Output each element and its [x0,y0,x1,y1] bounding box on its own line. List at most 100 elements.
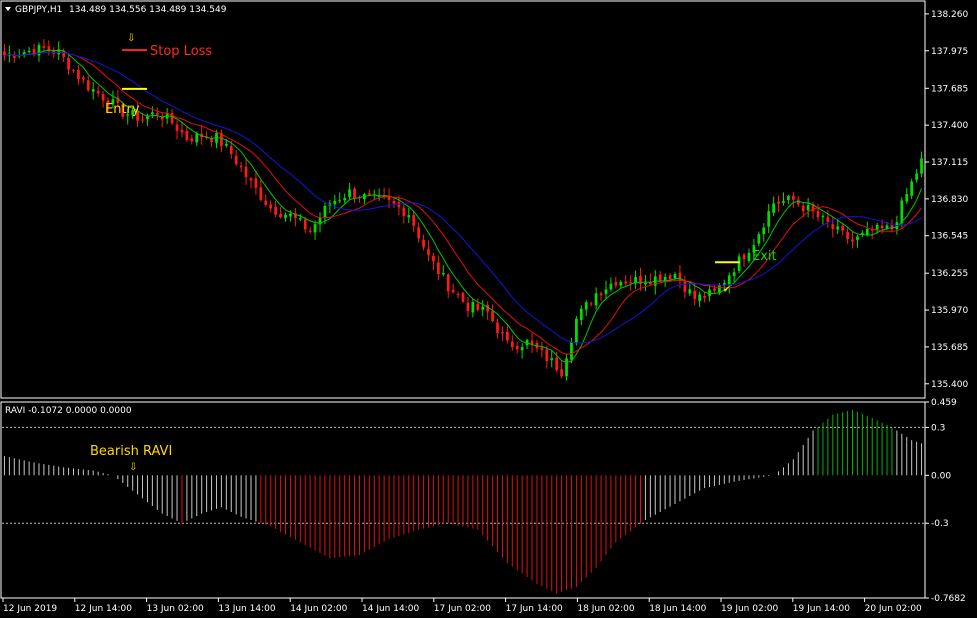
bullish-candle [806,205,810,211]
bullish-candle [772,203,775,213]
bullish-candle [718,285,721,293]
bullish-candle [782,200,785,203]
bearish-candle [846,231,849,240]
bullish-candle [644,282,647,285]
bearish-candle [614,282,618,286]
bearish-candle [67,57,70,70]
bearish-candle [234,155,238,165]
bearish-candle [451,289,455,293]
bearish-candle [417,227,420,239]
bullish-candle [584,302,588,310]
ravi-tick-label: 0.459 [931,398,957,408]
ravi-title: RAVI -0.1072 0.0000 0.0000 [5,406,132,416]
stop-loss-label: Stop Loss [150,44,212,59]
bearish-candle [515,345,519,350]
bearish-candle [402,207,406,217]
chart-stage: ⇩ Stop Loss Entry Exit ✔ 138.260 137.975 137.6… [0,0,977,618]
bearish-candle [412,214,416,226]
bearish-candle [555,357,559,371]
bullish-candle [289,213,292,217]
symbol-title: GBPJPY,H1 [15,5,62,15]
bearish-candle [742,254,746,260]
price-tick-label: 136.545 [931,232,968,242]
bullish-candle [481,306,485,310]
bearish-candle [777,201,780,204]
price-tick-label: 136.255 [931,269,968,279]
bearish-candle [506,331,509,341]
bearish-candle [446,274,450,292]
bullish-candle [91,89,95,92]
bearish-candle [816,211,820,217]
bearish-candle [683,281,687,292]
bearish-candle [72,70,75,72]
bullish-candle [821,216,825,218]
bullish-candle [604,289,608,294]
time-tick-label: 17 Jun 14:00 [506,604,563,614]
price-tick-label: 137.975 [931,47,968,57]
ohlc-header: 134.489 134.556 134.489 134.549 [69,5,227,15]
bullish-candle [298,218,302,220]
bearish-candle [496,322,499,334]
bullish-candle [313,224,317,233]
time-tick-label: 12 Jun 14:00 [75,604,132,614]
bearish-candle [432,255,435,262]
time-tick-label: 18 Jun 14:00 [649,604,706,614]
bearish-candle [353,188,356,199]
checkmark-icon: ✔ [723,285,731,295]
bearish-candle [392,200,396,204]
bullish-candle [27,50,31,52]
bearish-candle [77,69,80,80]
bullish-candle [856,236,859,240]
bearish-candle [841,225,845,231]
bullish-candle [836,226,840,230]
bearish-candle [279,213,282,218]
bearish-candle [86,80,90,91]
bearish-candle [269,204,273,209]
bearish-candle [180,129,184,133]
bullish-candle [663,276,667,281]
bullish-candle [579,308,583,320]
bearish-candle [141,119,144,121]
bullish-candle [407,215,411,218]
bullish-candle [575,318,578,343]
bearish-candle [791,195,795,200]
bearish-candle [42,46,46,48]
bearish-candle [668,275,672,280]
bearish-candle [254,178,258,188]
bullish-candle [471,302,475,313]
time-tick-label: 13 Jun 02:00 [147,604,204,614]
bullish-candle [343,198,347,201]
bearish-ravi-label: Bearish RAVI [90,444,172,459]
down-arrow-icon: ⇩ [127,33,135,44]
ravi-tick-label: -0.7682 [931,594,966,604]
bearish-candle [545,349,549,362]
bullish-candle [787,196,790,200]
time-tick-label: 14 Jun 02:00 [290,604,347,614]
bearish-candle [599,293,603,296]
bearish-candle [851,239,854,242]
bearish-candle [629,282,632,284]
bullish-candle [520,347,524,351]
bearish-candle [501,332,504,334]
bearish-candle [560,369,563,377]
ravi-tick-label: 0.00 [931,471,951,481]
time-tick-label: 18 Jun 02:00 [577,604,634,614]
bullish-candle [920,158,923,174]
price-tick-label: 136.830 [931,195,968,205]
bearish-candle [155,113,159,115]
bearish-candle [476,303,480,310]
bullish-candle [727,275,731,285]
bearish-candle [678,272,682,281]
bullish-candle [698,294,702,301]
price-tick-label: 135.685 [931,343,968,353]
bearish-candle [491,310,494,322]
bullish-candle [284,214,287,219]
bullish-candle [875,224,879,230]
bearish-candle [831,224,835,230]
bullish-candle [224,143,228,146]
bearish-candle [303,219,307,230]
bullish-candle [737,256,741,271]
exit-label: Exit [752,249,777,264]
bullish-candle [865,228,869,235]
time-tick-label: 19 Jun 14:00 [793,604,850,614]
